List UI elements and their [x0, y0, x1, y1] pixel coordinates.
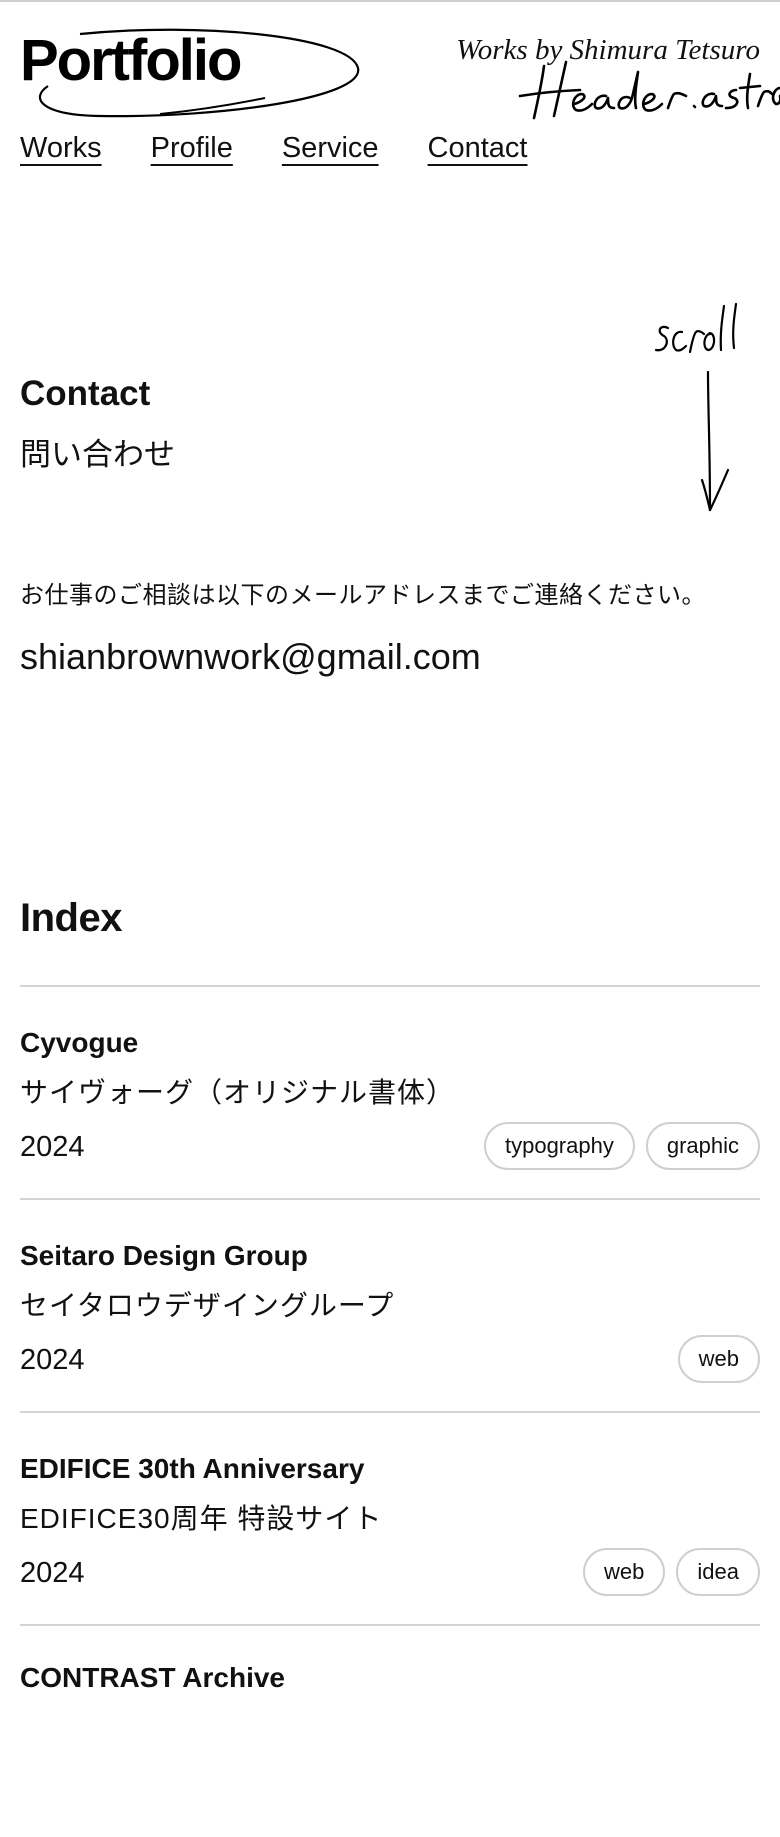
item-year: 2024	[20, 1344, 85, 1376]
scroll-handwriting	[654, 302, 738, 354]
item-name: Seitaro Design Group	[20, 1240, 308, 1271]
nav-service[interactable]: Service	[282, 132, 379, 165]
nav-profile[interactable]: Profile	[151, 132, 233, 165]
main-nav: Works Profile Service Contact	[20, 132, 528, 165]
tag-web[interactable]: web	[677, 1335, 760, 1383]
top-border	[0, 0, 780, 2]
tag-idea[interactable]: idea	[676, 1548, 760, 1596]
item-jp-name: セイタロウデザイングループ	[20, 1290, 395, 1321]
item-name: Cyvogue	[20, 1027, 139, 1058]
item-year: 2024	[20, 1131, 85, 1163]
index-title: Index	[20, 896, 122, 940]
logo[interactable]: Portfolio	[20, 28, 365, 124]
item-tags: web	[677, 1335, 760, 1383]
tag-web[interactable]: web	[583, 1548, 666, 1596]
header-astro-handwriting	[518, 60, 780, 120]
contact-title: Contact	[20, 374, 151, 413]
tag-graphic[interactable]: graphic	[645, 1122, 760, 1170]
item-tags: web idea	[583, 1548, 760, 1596]
item-jp-name: EDIFICE30周年 特設サイト	[20, 1503, 383, 1534]
index-item-edifice[interactable]: EDIFICE 30th Anniversary EDIFICE30周年 特設サ…	[20, 1413, 760, 1624]
index-item-contrast[interactable]: CONTRAST Archive	[20, 1626, 760, 1837]
index-list: Cyvogue サイヴォーグ（オリジナル書体） 2024 typography …	[20, 985, 760, 1837]
index-item-seitaro[interactable]: Seitaro Design Group セイタロウデザイングループ 2024 …	[20, 1200, 760, 1411]
index-item-cyvogue[interactable]: Cyvogue サイヴォーグ（オリジナル書体） 2024 typography …	[20, 987, 760, 1198]
item-year: 2024	[20, 1557, 85, 1589]
tag-typography[interactable]: typography	[483, 1122, 635, 1170]
nav-contact[interactable]: Contact	[428, 132, 528, 165]
contact-message: お仕事のご相談は以下のメールアドレスまでご連絡ください。	[20, 582, 706, 609]
item-name: CONTRAST Archive	[20, 1662, 286, 1693]
contact-email-link[interactable]: shianbrownwork@gmail.com	[20, 636, 481, 678]
nav-works[interactable]: Works	[20, 132, 102, 165]
item-tags: typography graphic	[483, 1122, 760, 1170]
logo-text: Portfolio	[20, 28, 242, 93]
contact-subtitle: 問い合わせ	[20, 437, 175, 472]
down-arrow-icon	[700, 370, 730, 512]
scroll-hint: scroll	[654, 302, 738, 512]
item-name: EDIFICE 30th Anniversary	[20, 1453, 365, 1484]
item-jp-name: サイヴォーグ（オリジナル書体）	[20, 1077, 456, 1108]
